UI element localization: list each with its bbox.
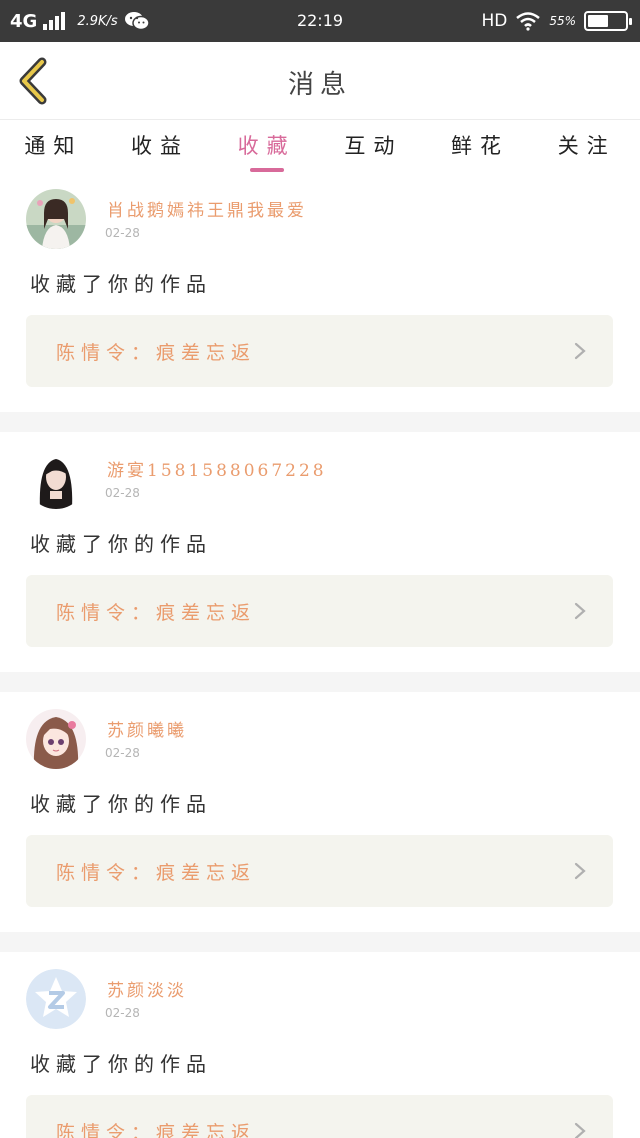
username[interactable]: 游宴15815880672​28 [107,456,327,481]
message-date: 02-28 [105,486,140,500]
message-item: 苏颜淡淡 02-28 收藏了你的作品 陈情令：痕差忘返 [0,952,640,1138]
tab-interactions[interactable]: 互动 [320,120,427,172]
tab-label: 收益 [131,134,189,158]
tab-label: 收藏 [237,134,296,158]
divider [0,412,640,432]
username[interactable]: 肖战鹅嫣祎王鼎我最爱 [107,196,307,221]
tab-label: 关注 [557,134,616,158]
page-title: 消息 [287,70,352,100]
tab-notifications[interactable]: 通知 [0,120,107,172]
work-title: 陈情令：痕差忘返 [56,1122,257,1138]
battery-icon [584,11,632,31]
work-title: 陈情令：痕差忘返 [56,342,257,364]
message-item: 苏颜曦曦 02-28 收藏了你的作品 陈情令：痕差忘返 [0,692,640,932]
message-item: 游宴15815880672​28 02-28 收藏了你的作品 陈情令：痕差忘返 [0,432,640,672]
chevron-right-icon [574,1122,586,1138]
divider [0,672,640,692]
status-bar: 4G 2.9K/s 22:19 HD 55% [0,0,640,42]
status-right: HD 55% [481,10,632,32]
chevron-right-icon [574,602,586,620]
message-text: 收藏了你的作品 [30,1052,212,1076]
username[interactable]: 苏颜淡淡 [107,976,187,1001]
tab-flowers[interactable]: 鲜花 [427,120,534,172]
tab-label: 鲜花 [451,134,510,158]
message-item: 肖战鹅嫣祎王鼎我最爱 02-28 收藏了你的作品 陈情令：痕差忘返 [0,172,640,412]
message-date: 02-28 [105,226,140,240]
chevron-right-icon [574,862,586,880]
message-text: 收藏了你的作品 [30,532,212,556]
tab-favorites[interactable]: 收藏 [213,120,320,172]
avatar-photo-woman[interactable] [26,449,86,509]
avatar-default-z[interactable] [26,969,86,1029]
hd-indicator: HD [481,11,508,31]
avatar-anime-girl[interactable] [26,709,86,769]
chevron-right-icon [574,342,586,360]
tab-label: 互动 [344,134,403,158]
divider [0,932,640,952]
tab-label: 通知 [24,134,83,158]
username[interactable]: 苏颜曦曦 [107,716,187,741]
message-text: 收藏了你的作品 [30,272,212,296]
top-nav: 消息 [0,42,640,120]
battery-fill [588,15,608,27]
message-date: 02-28 [105,1006,140,1020]
work-link[interactable]: 陈情令：痕差忘返 [26,315,613,387]
message-text: 收藏了你的作品 [30,792,212,816]
work-title: 陈情令：痕差忘返 [56,602,257,624]
message-date: 02-28 [105,746,140,760]
message-list: 肖战鹅嫣祎王鼎我最爱 02-28 收藏了你的作品 陈情令：痕差忘返 游宴1581… [0,172,640,1138]
work-link[interactable]: 陈情令：痕差忘返 [26,1095,613,1138]
work-title: 陈情令：痕差忘返 [56,862,257,884]
work-link[interactable]: 陈情令：痕差忘返 [26,575,613,647]
avatar-photo-girl[interactable] [26,189,86,249]
tab-earnings[interactable]: 收益 [107,120,214,172]
wifi-icon [516,12,541,31]
tab-bar: 通知 收益 收藏 互动 鲜花 关注 [0,120,640,172]
work-link[interactable]: 陈情令：痕差忘返 [26,835,613,907]
tab-following[interactable]: 关注 [533,120,640,172]
battery-percent: 55% [549,14,576,28]
